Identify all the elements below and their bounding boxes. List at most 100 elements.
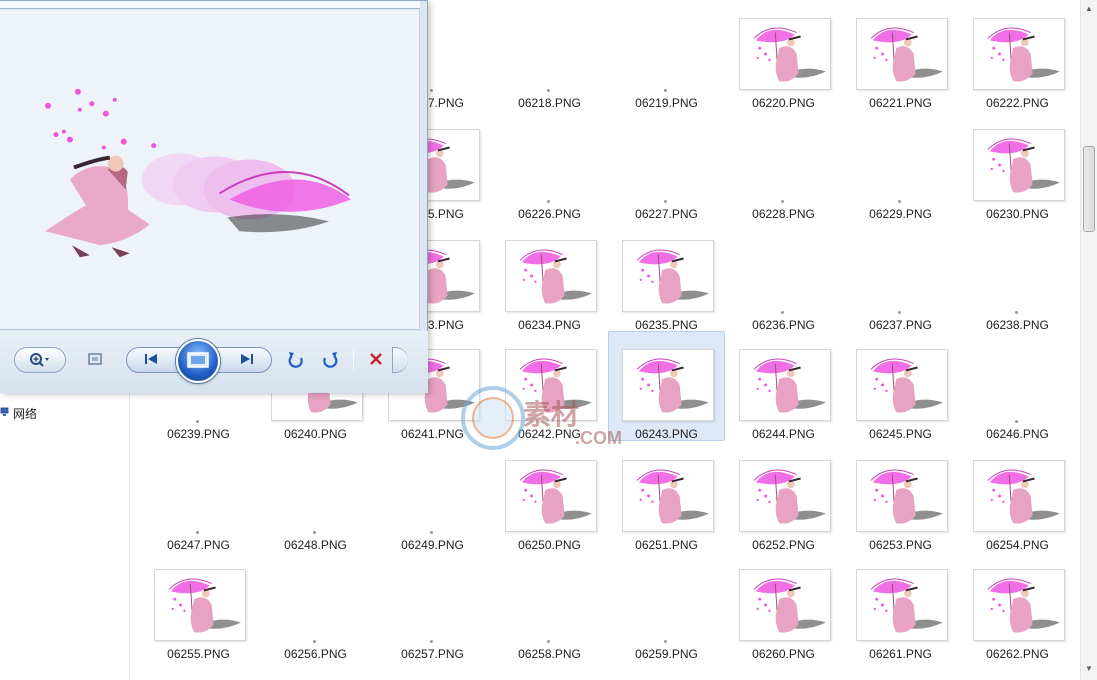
file-item[interactable]: 06254.PNG (959, 442, 1076, 552)
file-item[interactable]: 06235.PNG (608, 222, 725, 332)
file-item[interactable]: 06248.PNG (257, 442, 374, 552)
file-item[interactable]: 06228.PNG (725, 111, 842, 221)
rotate-counterclockwise-icon (287, 350, 305, 371)
next-button[interactable] (234, 350, 260, 370)
vertical-scrollbar[interactable]: ▲ ▼ (1080, 0, 1097, 680)
file-placeholder (196, 531, 199, 534)
file-item[interactable]: 06218.PNG (491, 0, 608, 110)
toolbar-end-cap (392, 347, 408, 373)
file-item[interactable]: 06229.PNG (842, 111, 959, 221)
file-thumbnail (505, 240, 597, 312)
file-item[interactable]: 06258.PNG (491, 551, 608, 661)
file-name: 06244.PNG (752, 427, 815, 441)
file-name: 06220.PNG (752, 96, 815, 110)
scroll-up-icon[interactable]: ▲ (1084, 2, 1094, 16)
file-item[interactable]: 06222.PNG (959, 0, 1076, 110)
viewer-toolbar (0, 331, 428, 393)
delete-icon (368, 351, 384, 370)
file-name: 06230.PNG (986, 207, 1049, 221)
rotate-clockwise-button[interactable] (318, 349, 342, 371)
file-name: 06245.PNG (869, 427, 932, 441)
file-name: 06247.PNG (167, 538, 230, 552)
file-name: 06248.PNG (284, 538, 347, 552)
photo-viewer-window (0, 0, 428, 393)
file-item[interactable]: 06256.PNG (257, 551, 374, 661)
file-name: 06222.PNG (986, 96, 1049, 110)
file-item[interactable]: 06219.PNG (608, 0, 725, 110)
file-item[interactable]: 06253.PNG (842, 442, 959, 552)
file-item[interactable]: 06245.PNG (842, 331, 959, 441)
file-placeholder (196, 420, 199, 423)
file-placeholder (430, 89, 433, 92)
previous-button[interactable] (138, 350, 164, 370)
file-item[interactable]: 06226.PNG (491, 111, 608, 221)
file-name: 06228.PNG (752, 207, 815, 221)
file-item[interactable]: 06236.PNG (725, 222, 842, 332)
file-name: 06253.PNG (869, 538, 932, 552)
file-name: 06255.PNG (167, 647, 230, 661)
file-placeholder (1015, 420, 1018, 423)
file-thumbnail (973, 18, 1065, 90)
file-name: 06252.PNG (752, 538, 815, 552)
file-placeholder (313, 640, 316, 643)
scrollbar-thumb[interactable] (1083, 146, 1095, 232)
file-placeholder (664, 89, 667, 92)
scroll-down-icon[interactable]: ▼ (1084, 662, 1094, 676)
file-item[interactable]: 06247.PNG (140, 442, 257, 552)
file-placeholder (664, 640, 667, 643)
file-thumbnail (973, 129, 1065, 201)
file-name: 06238.PNG (986, 318, 1049, 332)
file-item[interactable]: 06227.PNG (608, 111, 725, 221)
file-name: 06261.PNG (869, 647, 932, 661)
file-item[interactable]: 06220.PNG (725, 0, 842, 110)
zoom-button[interactable] (14, 347, 66, 373)
slideshow-button[interactable] (176, 339, 220, 383)
file-placeholder (1015, 311, 1018, 314)
file-item[interactable]: 06237.PNG (842, 222, 959, 332)
file-name: 06246.PNG (986, 427, 1049, 441)
file-item[interactable]: 06259.PNG (608, 551, 725, 661)
rotate-counterclockwise-button[interactable] (284, 349, 308, 371)
file-name: 06249.PNG (401, 538, 464, 552)
file-item[interactable]: 06230.PNG (959, 111, 1076, 221)
file-item[interactable]: 06221.PNG (842, 0, 959, 110)
file-placeholder (547, 89, 550, 92)
file-name: 06236.PNG (752, 318, 815, 332)
toolbar-separator (353, 349, 354, 371)
file-name: 06237.PNG (869, 318, 932, 332)
file-thumbnail (505, 460, 597, 532)
file-thumbnail (973, 460, 1065, 532)
file-name: 06250.PNG (518, 538, 581, 552)
nav-item-network-label: 网络 (13, 406, 38, 421)
file-item[interactable]: 06252.PNG (725, 442, 842, 552)
file-name: 06239.PNG (167, 427, 230, 441)
watermark-domain: .COM (575, 428, 622, 448)
file-placeholder (781, 311, 784, 314)
file-name: 06221.PNG (869, 96, 932, 110)
file-thumbnail (739, 18, 831, 90)
file-placeholder (430, 640, 433, 643)
file-name: 06229.PNG (869, 207, 932, 221)
file-item[interactable]: 06255.PNG (140, 551, 257, 661)
file-item[interactable]: 06238.PNG (959, 222, 1076, 332)
file-thumbnail (856, 349, 948, 421)
file-thumbnail (856, 18, 948, 90)
file-name: 06227.PNG (635, 207, 698, 221)
nav-item-network[interactable]: 网络 (0, 404, 37, 422)
file-item[interactable]: 06260.PNG (725, 551, 842, 661)
slideshow-icon (187, 351, 209, 371)
file-placeholder (430, 531, 433, 534)
file-item[interactable]: 06246.PNG (959, 331, 1076, 441)
file-placeholder (898, 200, 901, 203)
file-item[interactable]: 06262.PNG (959, 551, 1076, 661)
file-item[interactable]: 06244.PNG (725, 331, 842, 441)
file-name: 06234.PNG (518, 318, 581, 332)
file-name: 06259.PNG (635, 647, 698, 661)
file-item[interactable]: 06234.PNG (491, 222, 608, 332)
file-item[interactable]: 06257.PNG (374, 551, 491, 661)
file-item[interactable]: 06261.PNG (842, 551, 959, 661)
file-name: 06258.PNG (518, 647, 581, 661)
viewer-image-area (0, 10, 420, 330)
actual-size-button[interactable] (84, 349, 106, 371)
delete-button[interactable] (364, 349, 388, 371)
